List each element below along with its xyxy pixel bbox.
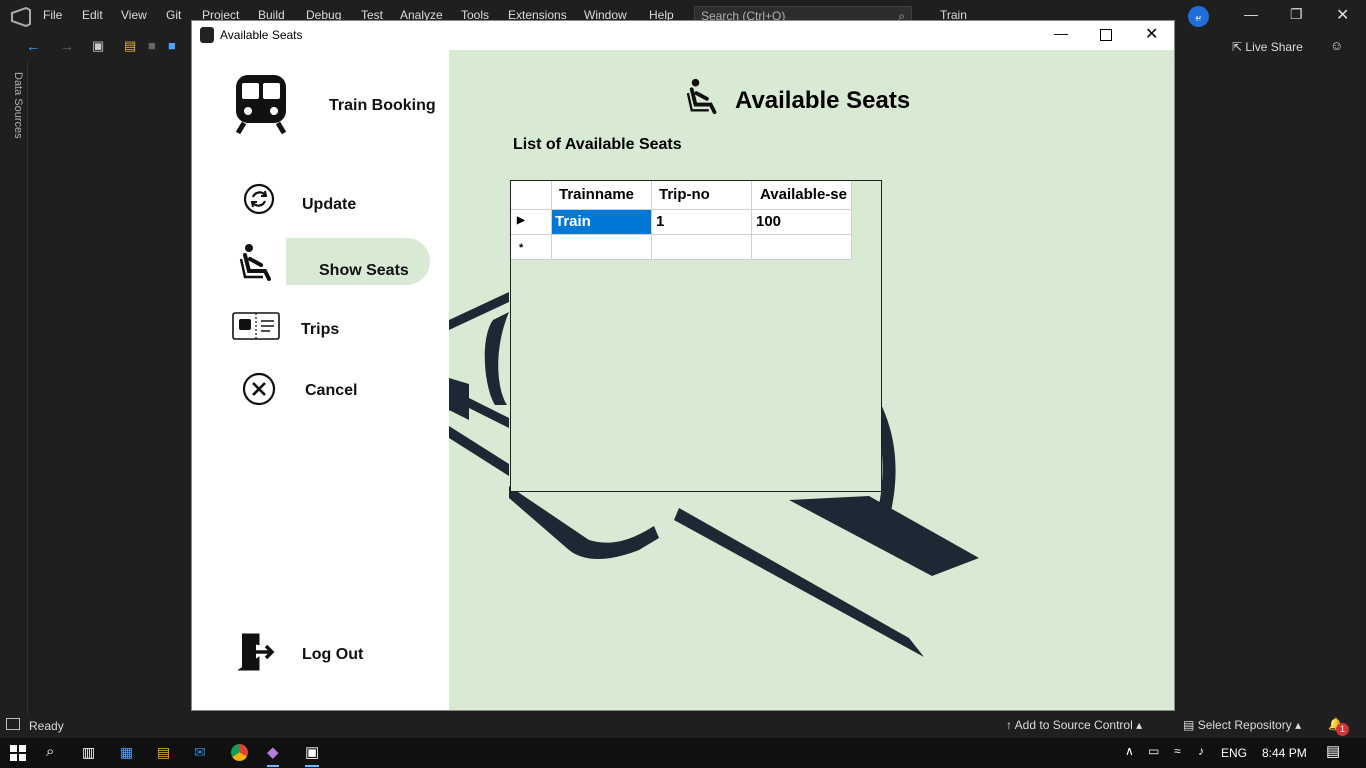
close-icon[interactable]: ✕ bbox=[1336, 5, 1349, 25]
repository-icon: ▤ bbox=[1183, 718, 1195, 732]
ticket-icon bbox=[232, 312, 280, 340]
forward-icon[interactable]: → bbox=[60, 38, 74, 54]
heading-seat-icon bbox=[686, 78, 717, 115]
grid-new-cell[interactable] bbox=[652, 235, 752, 260]
nav-update[interactable]: Update bbox=[232, 175, 452, 225]
status-ready: Ready bbox=[29, 719, 64, 733]
tray-chevron-icon[interactable]: ∧ bbox=[1125, 744, 1134, 758]
menu-edit[interactable]: Edit bbox=[82, 8, 103, 22]
live-share-button[interactable]: ⇱ Live Share bbox=[1232, 40, 1303, 54]
live-share-label: Live Share bbox=[1245, 40, 1303, 54]
select-repository-button[interactable]: ▤ Select Repository ▴ bbox=[1183, 718, 1301, 732]
share-icon: ⇱ bbox=[1232, 40, 1243, 54]
window-close-icon[interactable]: ✕ bbox=[1145, 24, 1158, 44]
vs-left-strip bbox=[0, 62, 28, 714]
clock[interactable]: 8:44 PM bbox=[1262, 746, 1307, 760]
data-sources-tab[interactable]: Data Sources bbox=[4, 72, 24, 142]
notification-badge: 1 bbox=[1336, 723, 1349, 736]
window-minimize-icon[interactable]: — bbox=[1054, 25, 1068, 41]
nav-trips[interactable]: Trips bbox=[232, 306, 432, 350]
caret-up-icon: ▴ bbox=[1136, 718, 1143, 732]
brand-title: Train Booking bbox=[329, 97, 436, 114]
windows-start-icon[interactable] bbox=[10, 745, 26, 761]
action-center-icon[interactable]: ▤ bbox=[1326, 742, 1340, 760]
nav-cancel[interactable]: Cancel bbox=[232, 368, 432, 412]
save-all-icon[interactable]: ■ bbox=[168, 38, 176, 53]
task-view-icon[interactable]: ▥ bbox=[82, 744, 95, 761]
app-train-icon bbox=[200, 27, 214, 43]
visual-studio-logo-icon bbox=[11, 7, 31, 27]
grid-new-cell[interactable] bbox=[552, 235, 652, 260]
logout-button[interactable]: Log Out bbox=[232, 630, 432, 676]
nav-show-seats-label: Show Seats bbox=[319, 262, 409, 279]
search-taskbar-icon[interactable]: ⌕ bbox=[46, 743, 54, 760]
feedback-icon[interactable]: ☺ bbox=[1330, 38, 1343, 53]
restore-icon[interactable]: ❐ bbox=[1290, 6, 1303, 23]
grid-header-trip-no[interactable]: Trip-no bbox=[652, 181, 752, 210]
grid-cell-available-seats[interactable]: 100 bbox=[752, 210, 852, 235]
vs-status-bar: Ready ↑ Add to Source Control ▴ ▤ Select… bbox=[0, 714, 1366, 738]
add-source-control-button[interactable]: ↑ Add to Source Control ▴ bbox=[1006, 718, 1142, 732]
seats-grid[interactable]: Trainname Trip-no Available-se ▶ Train 1… bbox=[510, 180, 882, 492]
menu-view[interactable]: View bbox=[121, 8, 147, 22]
output-icon bbox=[6, 718, 20, 730]
train-icon bbox=[235, 75, 287, 135]
nav-update-label: Update bbox=[302, 196, 357, 213]
windows-taskbar: ⌕ ▥ ▦ ▤ ✉ ◆ ▣ ∧ ▭ ≈ ♪ ENG 8:44 PM ▤ bbox=[0, 738, 1366, 768]
grid-cell-trainname[interactable]: Train bbox=[552, 210, 652, 235]
open-folder-icon[interactable]: ▤ bbox=[124, 38, 136, 54]
grid-header-available-seats[interactable]: Available-se bbox=[752, 181, 852, 210]
visual-studio-taskbar-icon[interactable]: ◆ bbox=[267, 743, 279, 767]
cancel-icon bbox=[242, 372, 276, 406]
logout-icon bbox=[238, 633, 275, 671]
volume-icon[interactable]: ♪ bbox=[1198, 744, 1204, 758]
store-icon[interactable]: ▦ bbox=[120, 744, 133, 761]
select-repository-label: Select Repository bbox=[1197, 718, 1292, 732]
page-subheading: List of Available Seats bbox=[513, 136, 682, 153]
logout-label: Log Out bbox=[302, 646, 364, 663]
user-avatar[interactable]: ﺑﻴ bbox=[1188, 6, 1209, 27]
menu-git[interactable]: Git bbox=[166, 8, 181, 22]
minimize-icon[interactable]: — bbox=[1244, 6, 1258, 22]
mail-icon[interactable]: ✉ bbox=[194, 744, 206, 761]
window-title: Available Seats bbox=[220, 28, 303, 42]
sidebar: Train Booking Update Show Seats Trips Ca… bbox=[192, 50, 449, 710]
chrome-icon[interactable] bbox=[231, 744, 248, 761]
caret-up-icon: ▴ bbox=[1295, 718, 1302, 732]
refresh-icon bbox=[243, 183, 275, 215]
nav-trips-label: Trips bbox=[301, 321, 340, 338]
back-icon[interactable]: ← bbox=[26, 38, 40, 54]
window-maximize-icon[interactable] bbox=[1100, 29, 1112, 41]
grid-header-trainname[interactable]: Trainname bbox=[552, 181, 652, 210]
app-titlebar: Available Seats — ✕ bbox=[192, 21, 1174, 50]
row-selector-current[interactable]: ▶ bbox=[511, 210, 552, 235]
battery-icon[interactable]: ▭ bbox=[1148, 744, 1159, 758]
app-taskbar-icon[interactable]: ▣ bbox=[305, 743, 320, 767]
seat-icon bbox=[239, 244, 271, 281]
grid-new-cell[interactable] bbox=[752, 235, 852, 260]
nav-cancel-label: Cancel bbox=[305, 382, 358, 399]
file-explorer-icon[interactable]: ▤ bbox=[157, 744, 170, 761]
new-project-icon[interactable]: ▣ bbox=[92, 38, 104, 54]
add-source-control-label: Add to Source Control bbox=[1014, 718, 1133, 732]
language-indicator[interactable]: ENG bbox=[1221, 746, 1247, 760]
grid-corner-cell bbox=[511, 181, 552, 210]
nav-show-seats[interactable]: Show Seats bbox=[232, 238, 432, 285]
page-heading: Available Seats bbox=[735, 87, 911, 114]
menu-file[interactable]: File bbox=[43, 8, 62, 22]
row-selector-new[interactable]: * bbox=[511, 235, 552, 260]
app-window: Available Seats — ✕ Train Booking Update bbox=[191, 20, 1175, 711]
wifi-icon[interactable]: ≈ bbox=[1174, 744, 1181, 758]
arrow-up-icon: ↑ bbox=[1006, 718, 1012, 732]
content-area: Available Seats List of Available Seats … bbox=[449, 50, 1174, 710]
save-icon[interactable]: ■ bbox=[148, 38, 156, 53]
grid-cell-trip-no[interactable]: 1 bbox=[652, 210, 752, 235]
